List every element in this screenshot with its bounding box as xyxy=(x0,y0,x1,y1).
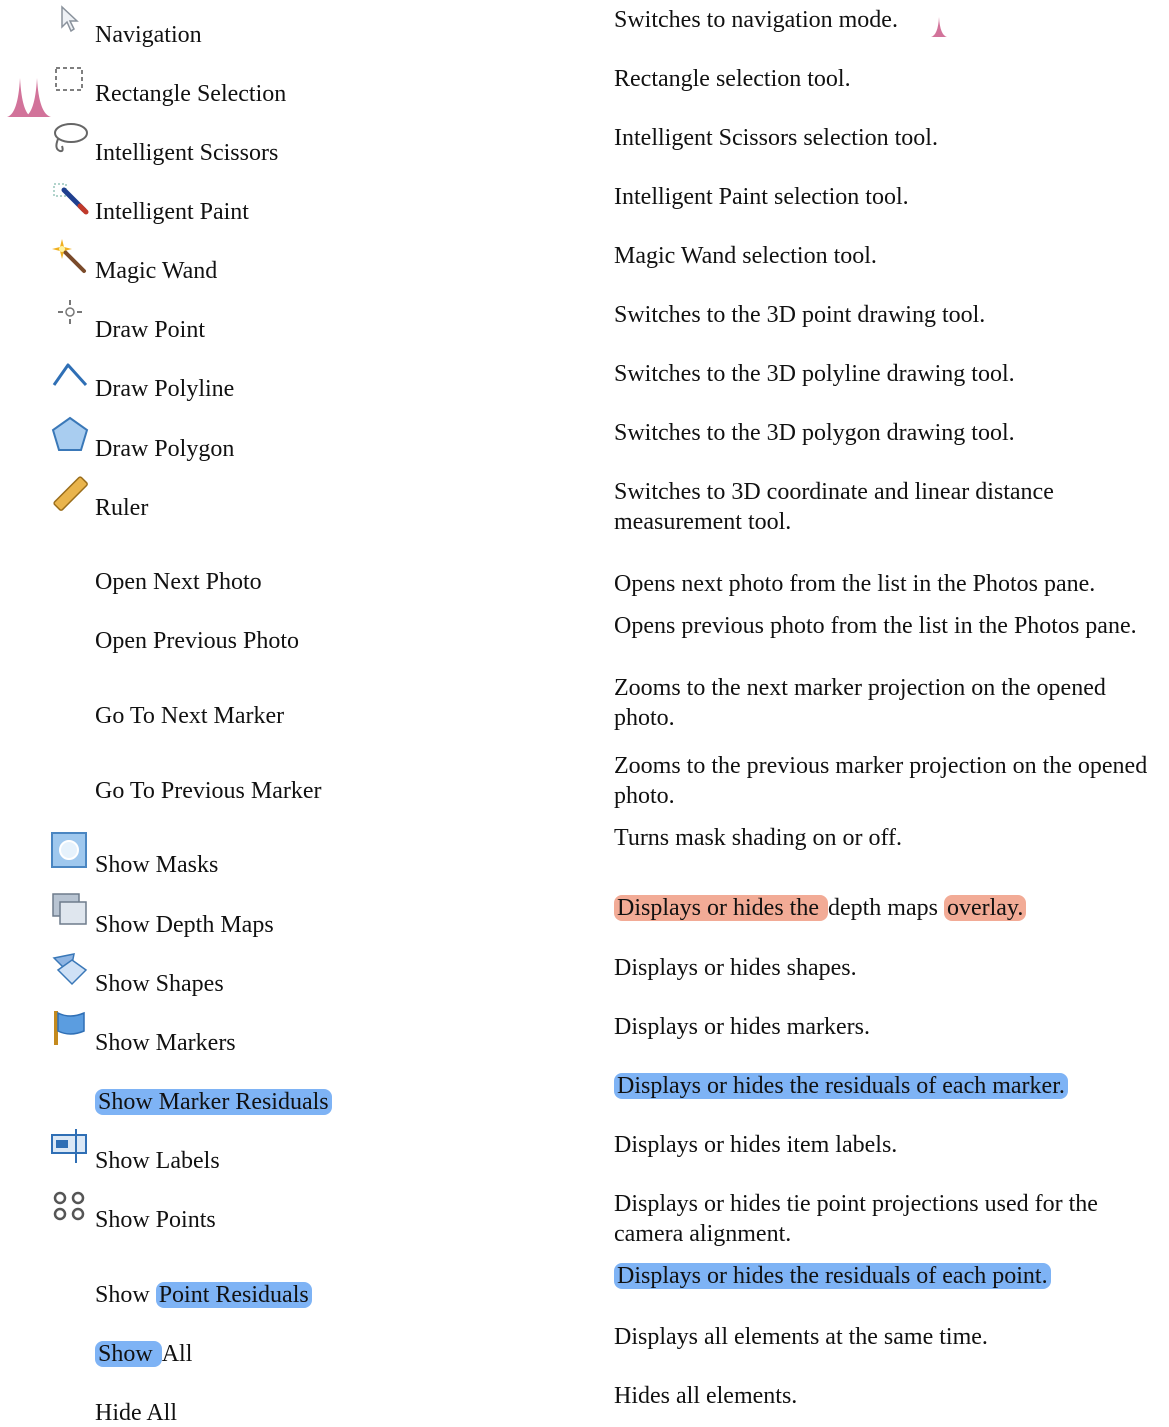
shapes-icon xyxy=(50,950,90,990)
command-description: Displays or hides the residuals of each … xyxy=(614,1071,1164,1101)
command-description: Displays or hides the depth maps overlay… xyxy=(614,893,1164,923)
draw-point-icon xyxy=(50,296,90,336)
command-label: Show Point Residuals xyxy=(95,1281,312,1309)
points-icon xyxy=(50,1186,90,1226)
command-label: Intelligent Paint xyxy=(95,199,249,225)
command-description: Turns mask shading on or off. xyxy=(614,825,903,851)
command-label-highlight: Show xyxy=(95,1341,162,1367)
command-label: Ruler xyxy=(95,495,149,521)
command-label: Show Marker Residuals xyxy=(95,1088,332,1116)
command-label: Magic Wand xyxy=(95,258,218,284)
command-description: Opens previous photo from the list in th… xyxy=(614,613,1137,639)
pink-marker-icon xyxy=(7,78,51,117)
command-label: Show Points xyxy=(95,1207,216,1233)
command-description: Displays or hides shapes. xyxy=(614,955,857,981)
rectangle-selection-icon xyxy=(50,60,90,100)
command-label: Draw Point xyxy=(95,317,205,343)
magic-wand-icon xyxy=(50,237,90,277)
command-label-highlight: Point Residuals xyxy=(155,1282,312,1308)
polygon-icon xyxy=(50,415,90,455)
command-description: Intelligent Paint selection tool. xyxy=(614,184,909,210)
command-label: Intelligent Scissors xyxy=(95,140,279,166)
command-label: Show Shapes xyxy=(95,971,224,997)
description-highlight: Displays or hides the residuals of each … xyxy=(614,1263,1051,1289)
description-highlight: Displays or hides the residuals of each … xyxy=(614,1073,1068,1099)
command-label: Hide All xyxy=(95,1400,177,1426)
command-label: Go To Previous Marker xyxy=(95,778,322,804)
description-text: depth maps xyxy=(827,895,944,921)
command-label: Open Next Photo xyxy=(95,569,262,595)
command-description: Displays or hides tie point projections … xyxy=(614,1191,1098,1247)
command-description: Displays all elements at the same time. xyxy=(614,1324,988,1350)
command-label: Draw Polyline xyxy=(95,376,235,402)
masks-icon xyxy=(50,831,90,871)
command-description: Switches to the 3D polygon drawing tool. xyxy=(614,420,1015,446)
command-label-text: All xyxy=(161,1341,193,1367)
command-description: Rectangle selection tool. xyxy=(614,66,851,92)
command-label: Show Depth Maps xyxy=(95,912,274,938)
command-description: Switches to 3D coordinate and linear dis… xyxy=(614,479,1054,535)
cursor-arrow-icon xyxy=(50,1,90,41)
command-description: Zooms to the next marker projection on t… xyxy=(614,675,1106,731)
command-description: Switches to navigation mode. xyxy=(614,7,898,33)
command-description: Intelligent Scissors selection tool. xyxy=(614,125,938,151)
command-label: Show Masks xyxy=(95,852,219,878)
command-description: Hides all elements. xyxy=(614,1383,798,1409)
command-description: Switches to the 3D polyline drawing tool… xyxy=(614,361,1015,387)
ruler-icon xyxy=(50,474,90,514)
command-label: Open Previous Photo xyxy=(95,628,299,654)
command-description: Displays or hides item labels. xyxy=(614,1132,898,1158)
command-description: Magic Wand selection tool. xyxy=(614,243,877,269)
polyline-icon xyxy=(50,355,90,395)
labels-icon xyxy=(50,1127,90,1167)
command-description: Opens next photo from the list in the Ph… xyxy=(614,571,1096,597)
lasso-icon xyxy=(50,119,90,159)
marker-flag-icon xyxy=(50,1009,90,1049)
command-label-text: Show xyxy=(95,1282,156,1308)
command-label: Show All xyxy=(95,1340,192,1368)
command-description: Switches to the 3D point drawing tool. xyxy=(614,302,986,328)
command-label-highlight: Show Marker Residuals xyxy=(95,1089,332,1115)
description-highlight: Displays or hides the xyxy=(614,895,828,921)
paint-brush-icon xyxy=(50,178,90,218)
command-description: Displays or hides the residuals of each … xyxy=(614,1261,1164,1291)
command-label: Show Labels xyxy=(95,1148,220,1174)
description-highlight: overlay. xyxy=(943,895,1027,921)
depth-maps-icon xyxy=(50,891,90,931)
command-description: Displays or hides markers. xyxy=(614,1014,870,1040)
command-label: Draw Polygon xyxy=(95,436,235,462)
command-label: Navigation xyxy=(95,22,202,48)
command-label: Go To Next Marker xyxy=(95,703,285,729)
command-description: Zooms to the previous marker projection … xyxy=(614,753,1148,809)
command-label: Show Markers xyxy=(95,1030,236,1056)
command-label: Rectangle Selection xyxy=(95,81,287,107)
